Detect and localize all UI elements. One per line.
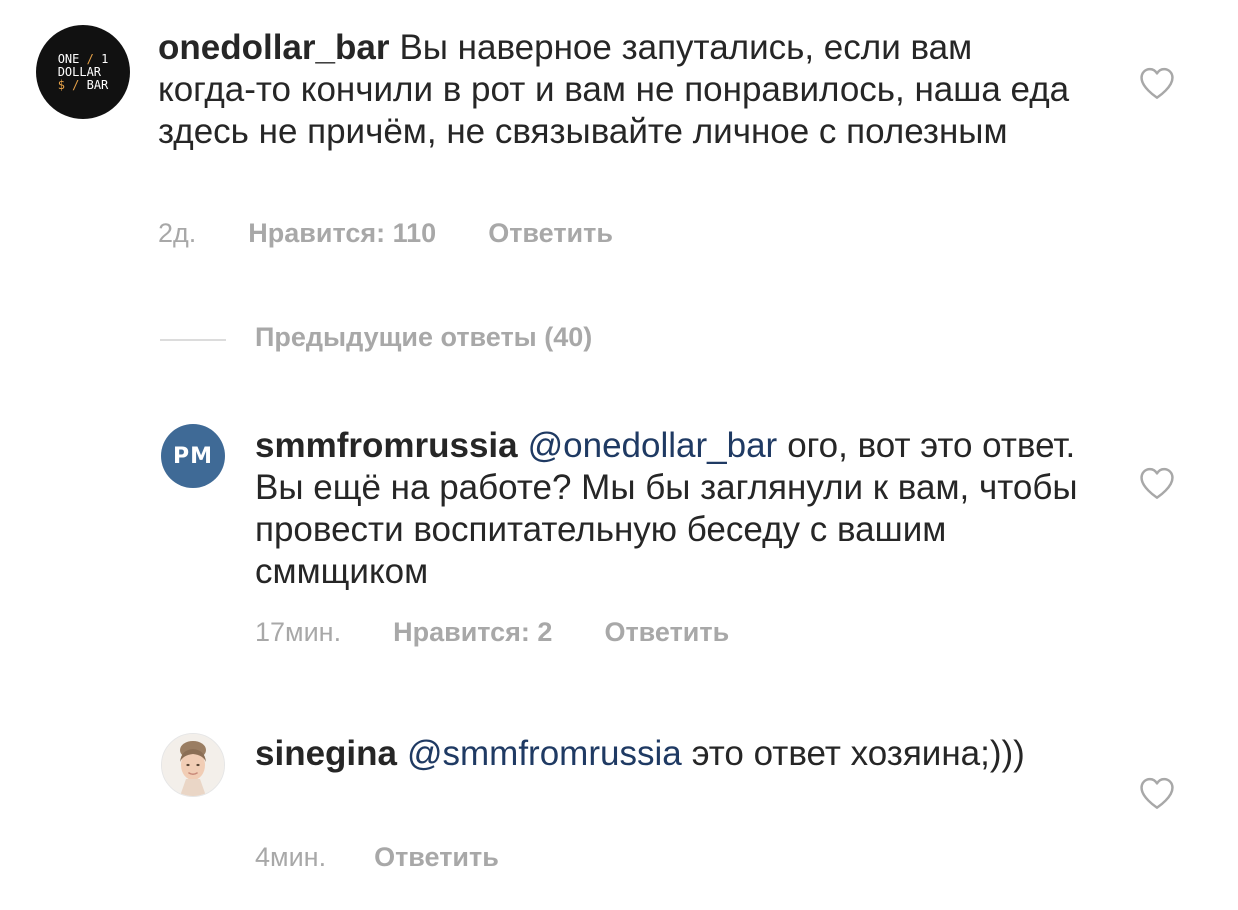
comment-body: sinegina @smmfromrussia это ответ хозяина;… [255, 733, 1055, 775]
comment-time: 4мин. [255, 842, 327, 872]
reply-button[interactable]: Ответить [604, 617, 729, 648]
divider [160, 339, 226, 341]
reply-button[interactable]: Ответить [488, 218, 613, 249]
previous-replies-button[interactable]: Предыдущие ответы (40) [255, 322, 592, 353]
comment-username[interactable]: smmfromrussia [255, 426, 518, 465]
comment-meta: 2д. Нравится: 110 Ответить [158, 218, 613, 249]
heart-icon[interactable] [1138, 66, 1176, 100]
profile-photo-icon [162, 734, 224, 796]
comment-text: это ответ хозяина;))) [691, 734, 1025, 773]
comment-body: onedollar_bar Вы наверное запутались, есл… [158, 27, 1078, 153]
comment-mention[interactable]: @onedollar_bar [528, 426, 778, 465]
heart-icon[interactable] [1138, 466, 1176, 500]
likes-count-button[interactable]: Нравится: 2 [393, 617, 552, 648]
heart-icon[interactable] [1138, 776, 1176, 810]
avatar-onedollar-bar[interactable]: ONE / 1 DOLLAR $ / BAR [36, 25, 130, 119]
comment-meta: 17мин. Нравится: 2 Ответить [255, 617, 729, 648]
avatar-sinegina[interactable] [161, 733, 225, 797]
comment-time: 17мин. [255, 617, 342, 647]
comment-username[interactable]: sinegina [255, 734, 397, 773]
comment-meta: 4мин. Ответить [255, 842, 499, 873]
avatar-initials: PM [172, 443, 214, 469]
avatar-smmfromrussia[interactable]: PM [161, 424, 225, 488]
likes-count-button[interactable]: Нравится: 110 [248, 218, 436, 249]
comment-mention[interactable]: @smmfromrussia [407, 734, 682, 773]
onedollar-bar-logo: ONE / 1 DOLLAR $ / BAR [57, 51, 109, 92]
comment-time: 2д. [158, 218, 197, 248]
comment-username[interactable]: onedollar_bar [158, 28, 389, 67]
comment-body: smmfromrussia @onedollar_bar ого, вот это … [255, 425, 1085, 593]
reply-button[interactable]: Ответить [374, 842, 499, 873]
